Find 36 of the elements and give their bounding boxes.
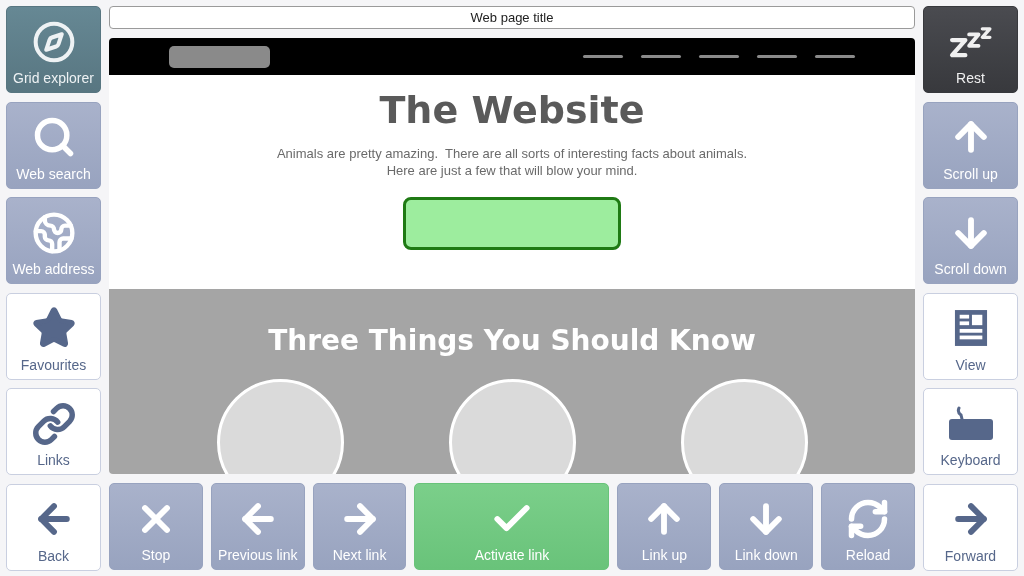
nav-link-placeholder[interactable]: [641, 55, 681, 58]
grid-button[interactable]: Link down: [719, 483, 814, 570]
grid-button[interactable]: Previous link: [210, 483, 305, 570]
grid-button[interactable]: Scroll up: [923, 101, 1018, 189]
grid-button[interactable]: Link up: [617, 483, 712, 570]
grid-button[interactable]: Reload: [821, 483, 915, 570]
grid-button[interactable]: Rest: [923, 6, 1018, 93]
keyboard-icon: [947, 405, 994, 442]
section-heading: Three Things You Should Know: [268, 323, 756, 359]
title-field[interactable]: Web page title: [109, 6, 915, 29]
page-heading: The Website: [379, 87, 645, 133]
grid-button[interactable]: Stop: [109, 483, 203, 570]
grid-button[interactable]: Activate link: [414, 483, 610, 570]
link-button[interactable]: [403, 197, 621, 250]
globe-icon: [31, 210, 76, 255]
grid-button[interactable]: Web address: [6, 197, 101, 284]
intro-paragraph: Animals are pretty amazing. There are all sorts of interesting facts about animals. Here are just a few that will blow your mind.: [275, 145, 749, 179]
grid-button[interactable]: Web search: [6, 101, 101, 189]
grid-button[interactable]: Back: [6, 483, 101, 571]
nav-link-placeholder[interactable]: [757, 55, 797, 58]
nav-link-placeholder[interactable]: [699, 55, 739, 58]
star-icon: [31, 306, 76, 350]
grid-button[interactable]: Forward: [923, 483, 1018, 571]
grid-button[interactable]: Keyboard: [923, 388, 1018, 475]
chain-link-icon: [31, 401, 76, 446]
grid-button[interactable]: Grid explorer: [6, 6, 101, 93]
grid-button[interactable]: Links: [6, 388, 101, 475]
grid-button[interactable]: Favourites: [6, 292, 101, 380]
grid-button[interactable]: Next link: [312, 483, 407, 570]
sleep-icon: [947, 24, 994, 59]
layout-icon: [953, 308, 988, 348]
nav-link-placeholder[interactable]: [815, 55, 855, 58]
compass-icon: [31, 19, 76, 64]
nav-link-placeholder[interactable]: [583, 55, 623, 58]
grid-button[interactable]: View: [923, 292, 1018, 380]
grid-button[interactable]: Scroll down: [923, 197, 1018, 284]
